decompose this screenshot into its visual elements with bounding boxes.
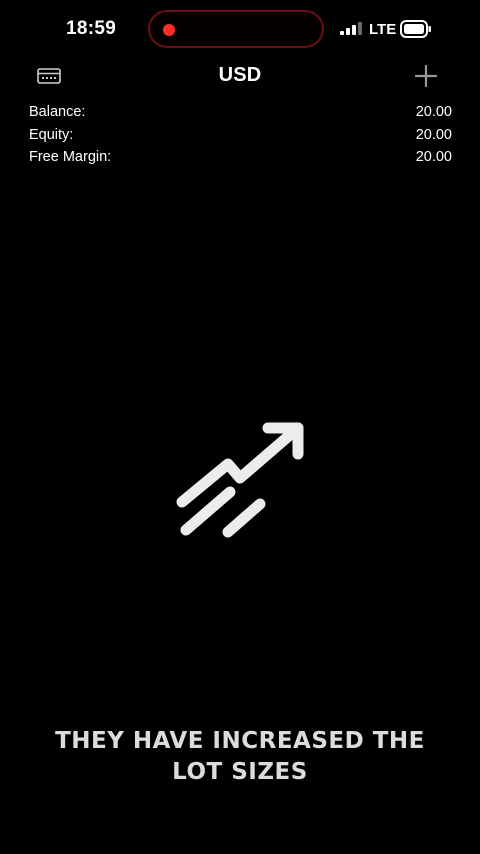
caption-line-2: LOT SIZES xyxy=(172,759,308,785)
free-margin-value: 20.00 xyxy=(415,149,452,165)
equity-row: Equity: 20.00 xyxy=(29,126,452,149)
account-summary: Balance: 20.00 Equity: 20.00 Free Margin… xyxy=(29,103,452,171)
signal-icon xyxy=(340,22,362,35)
free-margin-row: Free Margin: 20.00 xyxy=(29,148,452,171)
dynamic-island xyxy=(148,10,324,48)
status-bar: 18:59 LTE xyxy=(0,0,480,58)
balance-value: 20.00 xyxy=(415,104,452,120)
recording-indicator-icon xyxy=(163,24,175,36)
balance-row: Balance: 20.00 xyxy=(29,103,452,126)
trend-up-arrow-icon xyxy=(176,422,304,538)
video-caption: THEY HAVE INCREASED THE LOT SIZES xyxy=(0,726,480,788)
nav-bar: USD xyxy=(0,58,480,94)
equity-value: 20.00 xyxy=(415,126,452,143)
free-margin-label: Free Margin: xyxy=(29,149,112,165)
network-type: LTE xyxy=(369,21,397,38)
account-currency-title: USD xyxy=(218,64,262,86)
caption-line-1: THEY HAVE INCREASED THE xyxy=(55,728,425,754)
balance-label: Balance: xyxy=(29,104,86,120)
battery-icon xyxy=(400,20,431,38)
equity-label: Equity: xyxy=(29,126,74,143)
add-icon[interactable] xyxy=(414,64,438,88)
status-time: 18:59 xyxy=(66,18,117,39)
